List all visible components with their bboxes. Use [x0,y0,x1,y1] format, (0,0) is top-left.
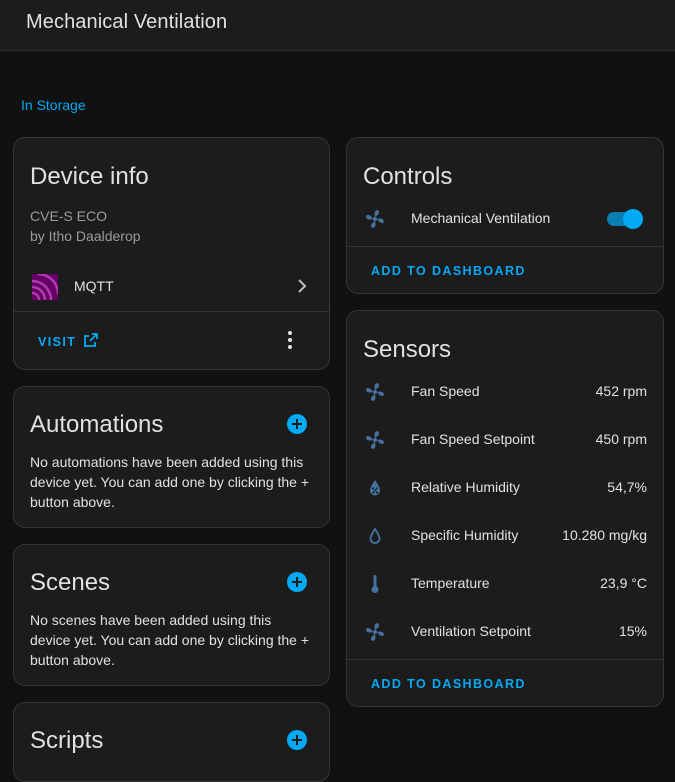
sensor-value: 10.280 mg/kg [562,527,647,543]
sensor-value: 54,7% [607,479,647,495]
automations-card: Automations No automations have been add… [13,386,330,528]
sensor-row[interactable]: Fan Speed 452 rpm [347,368,663,416]
sensor-value: 23,9 °C [600,575,647,591]
sensor-row[interactable]: Ventilation Setpoint 15% [347,608,663,656]
scenes-card: Scenes No scenes have been added using t… [13,544,330,686]
more-options-icon[interactable] [280,329,300,351]
fan-icon [363,620,387,644]
area-link[interactable]: In Storage [21,97,86,113]
sensor-row[interactable]: Temperature 23,9 °C [347,560,663,608]
card-divider [347,659,663,660]
thermometer-icon [363,572,387,596]
sensor-label: Ventilation Setpoint [411,623,531,639]
page-title: Mechanical Ventilation [26,11,228,33]
water-percent-icon [363,476,387,500]
add-to-dashboard-button[interactable]: ADD TO DASHBOARD [371,677,526,691]
app-header: Mechanical Ventilation [0,0,675,51]
controls-title: Controls [363,163,453,190]
sensor-label: Fan Speed Setpoint [411,431,535,447]
scenes-title: Scenes [30,569,111,596]
device-model: CVE-S ECO [30,208,108,224]
sensor-row[interactable]: Specific Humidity 10.280 mg/kg [347,512,663,560]
water-drop-icon [363,524,387,548]
sensor-label: Relative Humidity [411,479,520,495]
integration-label: MQTT [74,278,114,294]
sensor-label: Temperature [411,575,490,591]
fan-icon [363,428,387,452]
sensor-label: Specific Humidity [411,527,519,543]
control-row[interactable]: Mechanical Ventilation [347,195,663,243]
scenes-empty-text: No scenes have been added using this dev… [30,612,310,668]
add-automation-button[interactable] [287,414,307,434]
card-divider [347,246,663,247]
add-script-button[interactable] [287,730,307,750]
sensor-value: 450 rpm [595,431,647,447]
control-label: Mechanical Ventilation [411,210,551,226]
visit-button[interactable]: VISIT [28,327,108,355]
add-to-dashboard-button[interactable]: ADD TO DASHBOARD [371,264,526,278]
integration-row[interactable]: MQTT [14,262,329,310]
sensor-value: 452 rpm [595,383,647,399]
sensor-row[interactable]: Relative Humidity 54,7% [347,464,663,512]
scripts-card: Scripts [13,702,330,782]
automations-title: Automations [30,411,164,438]
sensor-label: Fan Speed [411,383,480,399]
mqtt-icon [31,272,60,301]
visit-label: VISIT [38,335,77,349]
sensors-title: Sensors [363,336,452,363]
card-divider [14,311,329,312]
scripts-title: Scripts [30,727,104,754]
fan-icon [363,380,387,404]
fan-icon [363,207,387,231]
device-info-card: Device info CVE-S ECO by Itho Daalderop … [13,137,330,370]
add-scene-button[interactable] [287,572,307,592]
device-manufacturer: by Itho Daalderop [30,228,141,244]
ventilation-toggle[interactable] [605,207,643,231]
device-info-title: Device info [30,163,149,190]
sensor-value: 15% [618,623,647,639]
chevron-right-icon [297,279,307,298]
open-in-new-icon [83,332,99,353]
controls-card: Controls Mechanical Ventilation ADD TO D… [346,137,664,294]
sensor-row[interactable]: Fan Speed Setpoint 450 rpm [347,416,663,464]
sensors-card: Sensors Fan Speed 452 rpm Fan Speed Setp… [346,310,664,707]
automations-empty-text: No automations have been added using thi… [30,454,310,510]
